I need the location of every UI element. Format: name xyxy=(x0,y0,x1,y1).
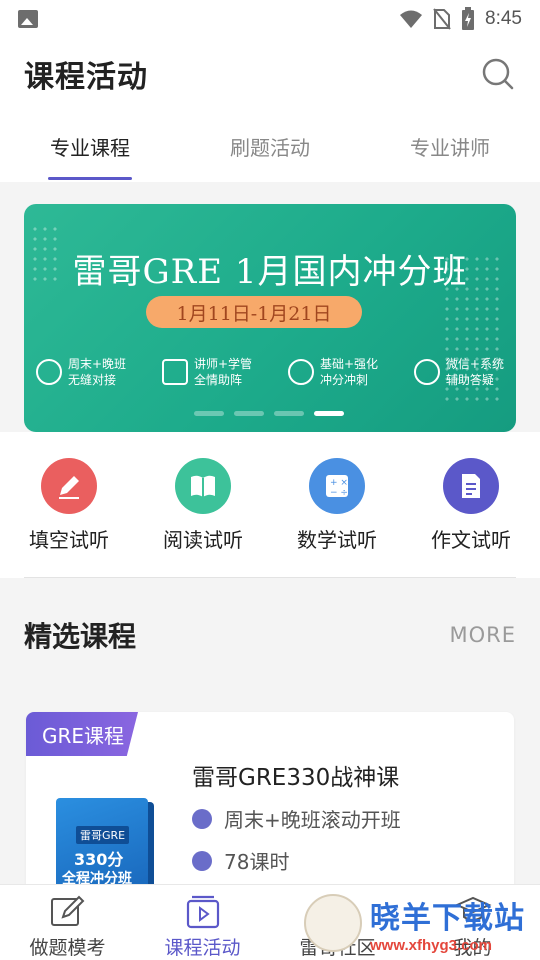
category-tabs: 专业课程 刷题活动 专业讲师 xyxy=(0,110,540,182)
indicator-dot-active[interactable] xyxy=(314,411,344,416)
indicator-dot[interactable] xyxy=(274,411,304,416)
quick-entry-math[interactable]: + × − ÷ 数学试听 xyxy=(277,432,397,578)
nav-label: 做题模考 xyxy=(29,937,106,959)
cover-text: 330分 xyxy=(74,850,124,869)
tab-professional-courses[interactable]: 专业课程 xyxy=(0,110,180,182)
feature-text: 周末+晚班 无缝对接 xyxy=(68,357,127,387)
cover-text: 雷哥GRE xyxy=(76,826,130,844)
nav-label: 课程活动 xyxy=(164,937,241,959)
course-lessons-text: 78课时 xyxy=(224,850,290,874)
banner-feature: 基础+强化 冲分冲刺 xyxy=(287,356,378,388)
more-button[interactable]: MORE xyxy=(449,623,516,647)
banner-date: 1月11日-1月21日 xyxy=(146,296,362,328)
banner-page-indicator xyxy=(194,411,344,416)
feature-text: 基础+强化 冲分冲刺 xyxy=(319,357,378,387)
quick-entry-fill-blank[interactable]: 填空试听 xyxy=(9,432,129,578)
quick-entry-label: 填空试听 xyxy=(29,528,109,552)
banner-features: 周末+晚班 无缝对接 讲师+学管 全情助阵 基础+强化 冲分冲刺 微信+系统 辅… xyxy=(36,356,504,388)
course-schedule: 周末+晚班滚动开班 xyxy=(192,804,401,833)
nav-item-courses[interactable]: 课程活动 xyxy=(135,885,270,960)
quick-entry-label: 阅读试听 xyxy=(163,528,243,552)
banner-title: 雷哥GRE 1月国内冲分班 xyxy=(72,252,468,292)
banner-feature: 微信+系统 辅助答疑 xyxy=(413,356,504,388)
wifi-icon xyxy=(400,10,423,28)
exam-icon xyxy=(50,895,84,926)
rocket-icon xyxy=(287,359,314,385)
tab-professional-teachers[interactable]: 专业讲师 xyxy=(360,110,540,182)
course-schedule-text: 周末+晚班滚动开班 xyxy=(224,808,401,832)
section-title: 精选课程 xyxy=(24,620,137,653)
app-header: 课程活动 xyxy=(0,38,540,110)
page-title: 课程活动 xyxy=(24,60,148,95)
quick-entry-reading[interactable]: 阅读试听 xyxy=(143,432,263,578)
video-icon xyxy=(186,895,219,929)
course-card[interactable]: GRE课程 雷哥GRE 330分 全程冲分班 雷哥GRE330战神课 周末+晚班… xyxy=(26,712,514,912)
banner-feature: 周末+晚班 无缝对接 xyxy=(36,356,126,388)
promo-banner[interactable]: 雷哥GRE 1月国内冲分班 1月11日-1月21日 周末+晚班 无缝对接 讲师+… xyxy=(24,204,516,432)
essay-icon xyxy=(443,458,499,514)
status-icons: 8:45 xyxy=(399,7,522,31)
search-icon xyxy=(482,58,514,90)
clock-icon xyxy=(36,359,62,385)
quick-entry-label: 作文试听 xyxy=(431,528,511,552)
watermark-title: 晓羊下载站 xyxy=(370,900,525,936)
indicator-dot[interactable] xyxy=(194,411,224,416)
sheep-logo-icon xyxy=(304,894,362,952)
feature-text: 微信+系统 辅助答疑 xyxy=(445,357,504,387)
featured-section-header: 精选课程 MORE xyxy=(24,600,516,670)
battery-charging-icon xyxy=(462,7,475,30)
teacher-icon xyxy=(161,359,188,385)
clock-time: 8:45 xyxy=(485,8,522,29)
pencil-icon xyxy=(41,458,97,514)
people-icon xyxy=(413,359,440,385)
feature-text: 讲师+学管 全情助阵 xyxy=(193,357,253,387)
book-icon xyxy=(192,850,212,871)
status-bar: 8:45 xyxy=(0,0,540,38)
svg-text:− ÷: − ÷ xyxy=(330,488,348,498)
calculator-icon: + × − ÷ xyxy=(309,458,365,514)
course-tag: GRE课程 xyxy=(26,712,138,756)
watermark-url: www.xfhyg3.com xyxy=(370,936,492,954)
divider xyxy=(24,577,516,578)
tab-practice-activities[interactable]: 刷题活动 xyxy=(180,110,360,182)
watermark-text: 晓羊下载站 www.xfhyg3.com xyxy=(370,893,525,954)
course-name: 雷哥GRE330战神课 xyxy=(192,765,400,791)
quick-entry-label: 数学试听 xyxy=(297,528,377,552)
site-watermark: 晓羊下载站 www.xfhyg3.com xyxy=(304,890,536,956)
banner-feature: 讲师+学管 全情助阵 xyxy=(161,356,253,388)
image-notification-icon xyxy=(18,10,38,28)
indicator-dot[interactable] xyxy=(234,411,264,416)
quick-entry-row: 填空试听 阅读试听 + × − ÷ 数学试听 作文试听 xyxy=(0,432,540,578)
banner-area: 雷哥GRE 1月国内冲分班 1月11日-1月21日 周末+晚班 无缝对接 讲师+… xyxy=(0,182,540,432)
book-icon xyxy=(175,458,231,514)
nav-item-exam[interactable]: 做题模考 xyxy=(0,885,135,960)
svg-text:+ ×: + × xyxy=(330,478,348,488)
course-lessons: 78课时 xyxy=(192,846,289,875)
quick-entry-essay[interactable]: 作文试听 xyxy=(411,432,531,578)
search-button[interactable] xyxy=(480,56,516,92)
clock-icon xyxy=(192,808,212,829)
no-sim-icon xyxy=(433,8,451,30)
